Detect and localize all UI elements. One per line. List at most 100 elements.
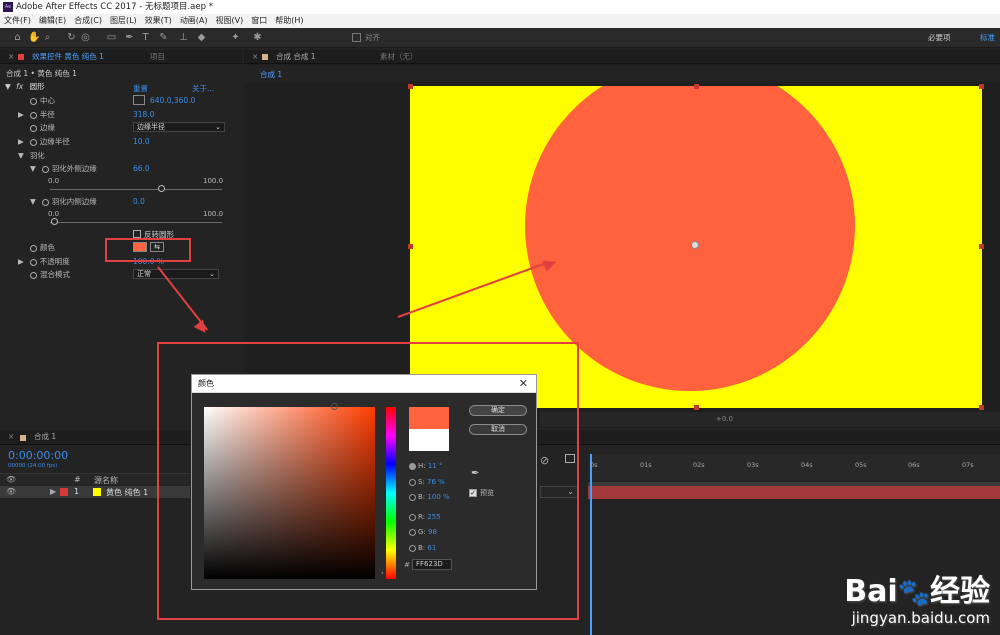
brush-tool-icon[interactable]: ✎ [158, 32, 169, 43]
s-radio[interactable] [409, 478, 416, 486]
twirl-closed-icon[interactable]: ▶ [18, 137, 24, 146]
exposure-value[interactable]: +0.0 [716, 415, 733, 423]
tab-effect-controls[interactable]: 效果控件 黄色 纯色 1 [32, 50, 104, 64]
pen-tool-icon[interactable]: ✒ [124, 32, 135, 43]
blend-mode-dropdown[interactable]: 正常 ⌄ [133, 269, 219, 279]
tab-timeline[interactable]: 合成 1 [34, 430, 56, 444]
comp-subtab[interactable]: 合成 1 [260, 69, 282, 80]
menu-file[interactable]: 文件(F) [0, 14, 35, 28]
stopwatch-icon[interactable] [30, 124, 37, 132]
twirl-open-icon[interactable]: ▼ [18, 151, 24, 160]
menu-window[interactable]: 窗口 [247, 14, 271, 28]
feather-outer-slider[interactable] [50, 189, 222, 190]
layer-handle[interactable] [979, 244, 984, 249]
anchor-point-icon[interactable] [691, 241, 699, 249]
b2-value[interactable]: 61 [427, 544, 436, 552]
layer-handle[interactable] [979, 84, 984, 89]
stopwatch-icon[interactable] [29, 258, 37, 266]
home-icon[interactable]: ⌂ [12, 32, 23, 43]
stopwatch-icon[interactable] [29, 138, 37, 146]
b2-radio[interactable] [409, 544, 416, 552]
menu-animation[interactable]: 动画(A) [176, 14, 212, 28]
layer-duration-bar[interactable] [588, 486, 1000, 499]
hue-arrow-icon[interactable]: › [381, 569, 384, 577]
g-value[interactable]: 98 [428, 528, 437, 536]
g-radio[interactable] [409, 528, 416, 536]
twirl-open-icon[interactable]: ▼ [30, 197, 36, 206]
col-source-name[interactable]: 源名称 [94, 475, 118, 486]
tab-footage[interactable]: 素材（无） [380, 50, 418, 64]
layer-handle[interactable] [408, 84, 413, 89]
stamp-tool-icon[interactable]: ⊥ [178, 32, 189, 43]
b-radio[interactable] [409, 493, 416, 501]
edge-dropdown[interactable]: 边缘半径 ⌄ [133, 122, 225, 132]
effect-header-row[interactable]: ▼ fx 圆形 [5, 81, 45, 93]
crosshair-icon[interactable] [133, 95, 145, 105]
ok-button[interactable]: 确定 [469, 405, 527, 416]
eyedropper-icon[interactable]: ✒ [471, 468, 479, 479]
eye-icon[interactable]: 👁 [6, 475, 16, 484]
h-radio[interactable] [409, 462, 416, 470]
about-link[interactable]: 关于... [192, 83, 214, 94]
twirl-closed-icon[interactable]: ▶ [18, 257, 24, 266]
close-icon[interactable]: ✕ [519, 375, 528, 393]
invert-checkbox[interactable] [133, 230, 141, 238]
center-value[interactable]: 640.0,360.0 [150, 96, 195, 105]
eraser-tool-icon[interactable]: ◆ [196, 32, 207, 43]
close-icon[interactable]: × [252, 50, 258, 64]
tab-project[interactable]: 项目 [150, 50, 165, 64]
pin-tool-icon[interactable]: ✱ [252, 32, 263, 43]
stopwatch-icon[interactable] [30, 244, 37, 252]
s-value[interactable]: 76 % [427, 478, 445, 486]
saturation-brightness-field[interactable] [204, 407, 375, 579]
feather-inner-value[interactable]: 0.0 [133, 197, 145, 206]
h-value[interactable]: 11 ° [428, 462, 443, 470]
label-color-swatch[interactable] [60, 488, 68, 496]
cancel-button[interactable]: 取消 [469, 424, 527, 435]
timecode[interactable]: 0:00:00:00 [8, 449, 68, 462]
color-picker-cursor[interactable] [331, 403, 338, 410]
camera-tool-icon[interactable]: ◎ [80, 32, 91, 43]
close-icon[interactable]: × [8, 50, 14, 64]
workspace-required[interactable]: 必要项 [928, 32, 951, 43]
stopwatch-icon[interactable] [41, 198, 49, 206]
menu-composition[interactable]: 合成(C) [70, 14, 106, 28]
hand-tool-icon[interactable]: ✋ [28, 32, 40, 43]
text-tool-icon[interactable]: T [140, 32, 151, 43]
stopwatch-icon[interactable] [29, 111, 37, 119]
snap-checkbox[interactable] [352, 33, 361, 42]
layer-handle[interactable] [694, 84, 699, 89]
zoom-tool-icon[interactable]: ⌕ [42, 32, 53, 43]
layer-name[interactable]: 黄色 纯色 1 [106, 487, 148, 498]
hue-slider[interactable] [386, 407, 396, 579]
menu-layer[interactable]: 图层(L) [106, 14, 141, 28]
twirl-closed-icon[interactable]: ▶ [50, 487, 56, 496]
twirl-open-icon[interactable]: ▼ [5, 82, 11, 91]
feather-inner-slider[interactable] [50, 222, 222, 223]
menu-edit[interactable]: 编辑(E) [35, 14, 70, 28]
stopwatch-icon[interactable] [30, 97, 37, 105]
r-value[interactable]: 255 [427, 513, 440, 521]
tab-composition[interactable]: 合成 合成 1 [276, 50, 316, 64]
menu-effect[interactable]: 效果(T) [141, 14, 176, 28]
r-radio[interactable] [409, 513, 416, 521]
hex-input[interactable]: FF623D [412, 559, 452, 570]
rotate-tool-icon[interactable]: ↻ [66, 32, 77, 43]
menu-view[interactable]: 视图(V) [212, 14, 248, 28]
rectangle-tool-icon[interactable]: ▭ [106, 32, 117, 43]
feather-outer-value[interactable]: 66.0 [133, 164, 150, 173]
playhead[interactable] [590, 454, 592, 635]
close-icon[interactable]: × [8, 430, 14, 444]
edge-radius-value[interactable]: 10.0 [133, 137, 150, 146]
feather-outer-slider-knob[interactable] [158, 185, 165, 192]
feather-inner-slider-knob[interactable] [51, 218, 58, 225]
roto-tool-icon[interactable]: ✦ [230, 32, 241, 43]
layer-handle[interactable] [694, 405, 699, 410]
reset-link[interactable]: 重置 [133, 83, 148, 94]
twirl-closed-icon[interactable]: ▶ [18, 110, 24, 119]
preview-checkbox[interactable]: ✓ [469, 489, 477, 497]
b-value[interactable]: 100 % [427, 493, 449, 501]
stopwatch-icon[interactable] [30, 271, 37, 279]
twirl-open-icon[interactable]: ▼ [30, 164, 36, 173]
layer-handle[interactable] [408, 244, 413, 249]
